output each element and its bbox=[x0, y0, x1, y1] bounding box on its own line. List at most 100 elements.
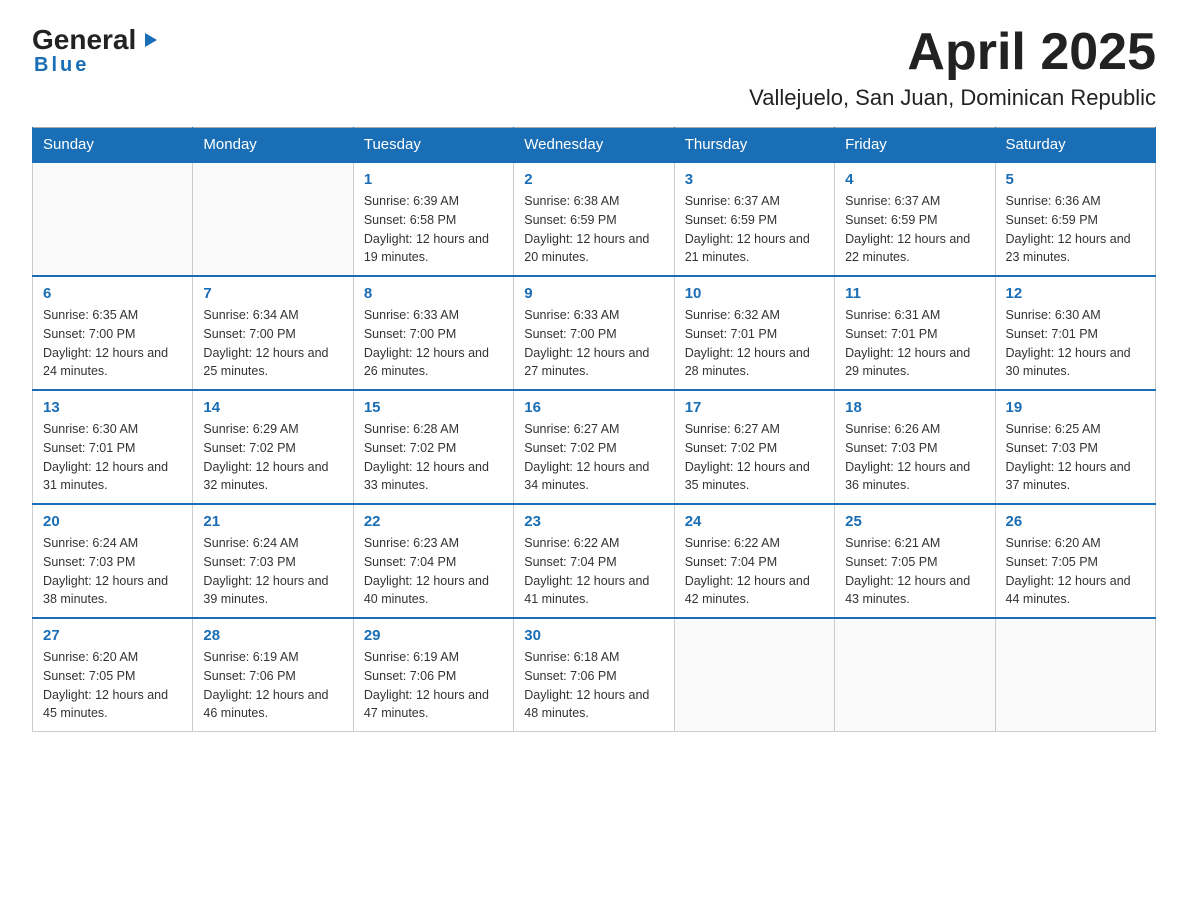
table-row: 2Sunrise: 6:38 AMSunset: 6:59 PMDaylight… bbox=[514, 162, 674, 276]
sunset-text: Sunset: 7:01 PM bbox=[43, 439, 182, 458]
day-number: 4 bbox=[845, 171, 984, 188]
day-number: 22 bbox=[364, 513, 503, 530]
day-number: 21 bbox=[203, 513, 342, 530]
day-info: Sunrise: 6:33 AMSunset: 7:00 PMDaylight:… bbox=[364, 306, 503, 381]
daylight-text: Daylight: 12 hours and 30 minutes. bbox=[1006, 344, 1145, 382]
sunset-text: Sunset: 7:01 PM bbox=[685, 325, 824, 344]
day-info: Sunrise: 6:36 AMSunset: 6:59 PMDaylight:… bbox=[1006, 192, 1145, 267]
day-number: 17 bbox=[685, 399, 824, 416]
day-number: 24 bbox=[685, 513, 824, 530]
logo: General Blue bbox=[32, 24, 161, 77]
sunset-text: Sunset: 7:01 PM bbox=[845, 325, 984, 344]
day-info: Sunrise: 6:22 AMSunset: 7:04 PMDaylight:… bbox=[685, 534, 824, 609]
day-info: Sunrise: 6:37 AMSunset: 6:59 PMDaylight:… bbox=[685, 192, 824, 267]
day-info: Sunrise: 6:27 AMSunset: 7:02 PMDaylight:… bbox=[524, 420, 663, 495]
sunset-text: Sunset: 7:03 PM bbox=[1006, 439, 1145, 458]
day-info: Sunrise: 6:21 AMSunset: 7:05 PMDaylight:… bbox=[845, 534, 984, 609]
sunrise-text: Sunrise: 6:27 AM bbox=[524, 420, 663, 439]
table-row: 22 Sunrise: 6:23 AMSunset: 7:04 PMDayligh… bbox=[353, 504, 513, 618]
calendar-week-row: 1Sunrise: 6:39 AMSunset: 6:58 PMDaylight… bbox=[33, 162, 1156, 276]
table-row: 7Sunrise: 6:34 AMSunset: 7:00 PMDaylight… bbox=[193, 276, 353, 390]
sunset-text: Sunset: 7:06 PM bbox=[364, 667, 503, 686]
day-number: 26 bbox=[1006, 513, 1145, 530]
day-info: Sunrise: 6:34 AMSunset: 7:00 PMDaylight:… bbox=[203, 306, 342, 381]
sunset-text: Sunset: 6:59 PM bbox=[1006, 211, 1145, 230]
sunrise-text: Sunrise: 6:32 AM bbox=[685, 306, 824, 325]
day-number: 10 bbox=[685, 285, 824, 302]
calendar-header-row: Sunday Monday Tuesday Wednesday Thursday… bbox=[33, 128, 1156, 163]
sunset-text: Sunset: 7:01 PM bbox=[1006, 325, 1145, 344]
day-number: 14 bbox=[203, 399, 342, 416]
day-number: 3 bbox=[685, 171, 824, 188]
sunset-text: Sunset: 7:04 PM bbox=[685, 553, 824, 572]
day-info: Sunrise: 6:35 AMSunset: 7:00 PMDaylight:… bbox=[43, 306, 182, 381]
daylight-text: Daylight: 12 hours and 29 minutes. bbox=[845, 344, 984, 382]
sunrise-text: Sunrise: 6:22 AM bbox=[685, 534, 824, 553]
sunrise-text: Sunrise: 6:22 AM bbox=[524, 534, 663, 553]
daylight-text: Daylight: 12 hours and 26 minutes. bbox=[364, 344, 503, 382]
sunset-text: Sunset: 7:04 PM bbox=[364, 553, 503, 572]
daylight-text: Daylight: 12 hours and 40 minutes. bbox=[364, 572, 503, 610]
sunset-text: Sunset: 7:02 PM bbox=[685, 439, 824, 458]
col-tuesday: Tuesday bbox=[353, 128, 513, 163]
day-number: 1 bbox=[364, 171, 503, 188]
day-number: 8 bbox=[364, 285, 503, 302]
day-info: Sunrise: 6:38 AMSunset: 6:59 PMDaylight:… bbox=[524, 192, 663, 267]
sunset-text: Sunset: 7:02 PM bbox=[364, 439, 503, 458]
day-number: 6 bbox=[43, 285, 182, 302]
day-info: Sunrise: 6:24 AMSunset: 7:03 PMDaylight:… bbox=[203, 534, 342, 609]
table-row: 9Sunrise: 6:33 AMSunset: 7:00 PMDaylight… bbox=[514, 276, 674, 390]
daylight-text: Daylight: 12 hours and 35 minutes. bbox=[685, 458, 824, 496]
table-row: 4Sunrise: 6:37 AMSunset: 6:59 PMDaylight… bbox=[835, 162, 995, 276]
day-info: Sunrise: 6:29 AMSunset: 7:02 PMDaylight:… bbox=[203, 420, 342, 495]
daylight-text: Daylight: 12 hours and 32 minutes. bbox=[203, 458, 342, 496]
calendar-week-row: 6 Sunrise: 6:35 AMSunset: 7:00 PMDaylight… bbox=[33, 276, 1156, 390]
daylight-text: Daylight: 12 hours and 19 minutes. bbox=[364, 230, 503, 268]
table-row: 6 Sunrise: 6:35 AMSunset: 7:00 PMDaylight… bbox=[33, 276, 193, 390]
table-row bbox=[33, 162, 193, 276]
page-subtitle: Vallejuelo, San Juan, Dominican Republic bbox=[749, 85, 1156, 111]
daylight-text: Daylight: 12 hours and 22 minutes. bbox=[845, 230, 984, 268]
day-info: Sunrise: 6:20 AMSunset: 7:05 PMDaylight:… bbox=[1006, 534, 1145, 609]
day-number: 16 bbox=[524, 399, 663, 416]
day-info: Sunrise: 6:30 AMSunset: 7:01 PMDaylight:… bbox=[43, 420, 182, 495]
table-row bbox=[674, 618, 834, 732]
table-row: 1Sunrise: 6:39 AMSunset: 6:58 PMDaylight… bbox=[353, 162, 513, 276]
sunrise-text: Sunrise: 6:18 AM bbox=[524, 648, 663, 667]
day-info: Sunrise: 6:32 AMSunset: 7:01 PMDaylight:… bbox=[685, 306, 824, 381]
sunrise-text: Sunrise: 6:33 AM bbox=[524, 306, 663, 325]
sunrise-text: Sunrise: 6:26 AM bbox=[845, 420, 984, 439]
table-row: 3 Sunrise: 6:37 AMSunset: 6:59 PMDaylight… bbox=[674, 162, 834, 276]
sunrise-text: Sunrise: 6:35 AM bbox=[43, 306, 182, 325]
table-row: 20Sunrise: 6:24 AMSunset: 7:03 PMDayligh… bbox=[33, 504, 193, 618]
daylight-text: Daylight: 12 hours and 24 minutes. bbox=[43, 344, 182, 382]
sunrise-text: Sunrise: 6:29 AM bbox=[203, 420, 342, 439]
day-number: 20 bbox=[43, 513, 182, 530]
sunrise-text: Sunrise: 6:25 AM bbox=[1006, 420, 1145, 439]
logo-blue-text: Blue bbox=[34, 54, 89, 77]
table-row: 18Sunrise: 6:26 AMSunset: 7:03 PMDayligh… bbox=[835, 390, 995, 504]
daylight-text: Daylight: 12 hours and 21 minutes. bbox=[685, 230, 824, 268]
daylight-text: Daylight: 12 hours and 36 minutes. bbox=[845, 458, 984, 496]
sunrise-text: Sunrise: 6:23 AM bbox=[364, 534, 503, 553]
sunrise-text: Sunrise: 6:24 AM bbox=[43, 534, 182, 553]
daylight-text: Daylight: 12 hours and 42 minutes. bbox=[685, 572, 824, 610]
calendar-week-row: 13Sunrise: 6:30 AMSunset: 7:01 PMDayligh… bbox=[33, 390, 1156, 504]
sunrise-text: Sunrise: 6:20 AM bbox=[1006, 534, 1145, 553]
day-info: Sunrise: 6:25 AMSunset: 7:03 PMDaylight:… bbox=[1006, 420, 1145, 495]
col-thursday: Thursday bbox=[674, 128, 834, 163]
table-row: 29Sunrise: 6:19 AMSunset: 7:06 PMDayligh… bbox=[353, 618, 513, 732]
col-monday: Monday bbox=[193, 128, 353, 163]
daylight-text: Daylight: 12 hours and 39 minutes. bbox=[203, 572, 342, 610]
title-block: April 2025 Vallejuelo, San Juan, Dominic… bbox=[749, 24, 1156, 111]
sunset-text: Sunset: 7:03 PM bbox=[43, 553, 182, 572]
calendar-week-row: 20Sunrise: 6:24 AMSunset: 7:03 PMDayligh… bbox=[33, 504, 1156, 618]
table-row bbox=[835, 618, 995, 732]
day-number: 12 bbox=[1006, 285, 1145, 302]
sunset-text: Sunset: 7:05 PM bbox=[1006, 553, 1145, 572]
table-row: 10 Sunrise: 6:32 AMSunset: 7:01 PMDayligh… bbox=[674, 276, 834, 390]
table-row: 25Sunrise: 6:21 AMSunset: 7:05 PMDayligh… bbox=[835, 504, 995, 618]
table-row: 23Sunrise: 6:22 AMSunset: 7:04 PMDayligh… bbox=[514, 504, 674, 618]
col-friday: Friday bbox=[835, 128, 995, 163]
sunrise-text: Sunrise: 6:28 AM bbox=[364, 420, 503, 439]
